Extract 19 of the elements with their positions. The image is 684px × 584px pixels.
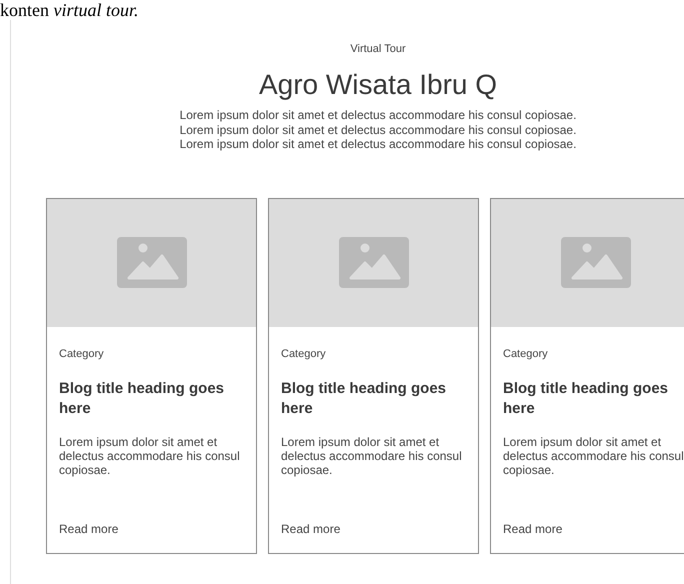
section-eyebrow: Virtual Tour (349, 42, 407, 56)
read-more-link[interactable]: Read more (281, 522, 340, 536)
card-category: Category (503, 346, 549, 360)
card-category: Category (281, 346, 327, 360)
card-excerpt: Lorem ipsum dolor sit amet et delectus accommodare his consul copiosae. (281, 434, 463, 476)
section-title: Agro Wisata Ibru Q (258, 68, 498, 102)
document-text: konten virtual tour. (0, 0, 140, 20)
card-excerpt: Lorem ipsum dolor sit amet et delectus accommodare his consul copiosae. (59, 434, 241, 476)
card-category: Category (59, 346, 105, 360)
card-title: Blog title heading goes here (503, 378, 670, 418)
card-title: Blog title heading goes here (59, 378, 226, 418)
image-icon (560, 237, 630, 288)
read-more-link[interactable]: Read more (59, 522, 118, 536)
image-icon (338, 237, 408, 288)
card-title: Blog title heading goes here (281, 378, 448, 418)
read-more-link[interactable]: Read more (503, 522, 562, 536)
image-icon (116, 237, 186, 288)
card-excerpt: Lorem ipsum dolor sit amet et delectus accommodare his consul copiosae. (503, 434, 684, 476)
section-description: Lorem ipsum dolor sit amet et delectus accommodare his consul copiosae. Lorem ipsum dolor sit amet et delectus accommodare his consul copiosae. Lorem ipsum dolor sit amet et delectus accommodare his consul copiosae. (178, 108, 578, 152)
